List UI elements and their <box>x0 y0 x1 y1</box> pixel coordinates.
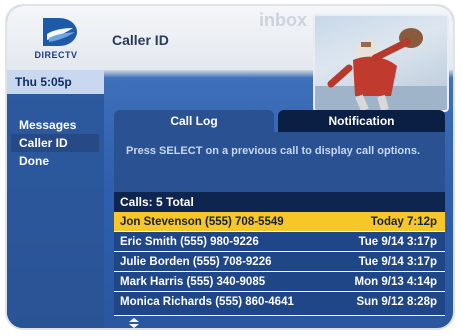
call-time: Tue 9/14 3:17p <box>358 256 437 268</box>
inbox-watermark: inbox <box>259 10 307 30</box>
call-caller: Jon Stevenson (555) 708-5549 <box>120 216 284 228</box>
calls-total-header: Calls: 5 Total <box>114 192 445 212</box>
sidebar-item-done[interactable]: Done <box>11 152 99 170</box>
call-caller: Mark Harris (555) 340-9085 <box>120 276 266 288</box>
football-player-image <box>315 28 447 110</box>
directv-logo: DIRECTV <box>25 16 87 64</box>
sidebar-item-messages[interactable]: Messages <box>11 116 99 134</box>
clock-bar: Thu 5:05p <box>7 70 104 94</box>
call-time: Today 7:12p <box>370 216 437 228</box>
call-time: Tue 9/14 3:17p <box>358 236 437 248</box>
tab-call-log[interactable]: Call Log <box>114 110 274 132</box>
tab-notification[interactable]: Notification <box>278 110 445 132</box>
instructions-text: Press SELECT on a previous call to displ… <box>126 145 421 157</box>
clock-time: Thu 5:05p <box>15 75 72 89</box>
sidebar <box>7 70 104 328</box>
program-thumbnail <box>313 14 449 112</box>
call-caller: Monica Richards (555) 860-4641 <box>120 296 294 308</box>
call-row[interactable]: Julie Borden (555) 708-9226 Tue 9/14 3:1… <box>114 252 445 272</box>
call-log-panel: Press SELECT on a previous call to displ… <box>114 132 445 192</box>
call-time: Sun 9/12 8:28p <box>356 296 437 308</box>
call-row[interactable]: Jon Stevenson (555) 708-5549 Today 7:12p <box>114 212 445 232</box>
page-title: Caller ID <box>112 32 169 48</box>
directv-logo-icon <box>43 18 77 46</box>
call-time: Mon 9/13 4:14p <box>354 276 437 288</box>
sidebar-item-caller-id[interactable]: Caller ID <box>11 134 99 152</box>
call-row[interactable]: Eric Smith (555) 980-9226 Tue 9/14 3:17p <box>114 232 445 252</box>
logo-text: DIRECTV <box>34 50 78 60</box>
call-row[interactable]: Mark Harris (555) 340-9085 Mon 9/13 4:14… <box>114 272 445 292</box>
call-row[interactable]: Monica Richards (555) 860-4641 Sun 9/12 … <box>114 292 445 316</box>
scroll-arrows-icon[interactable] <box>126 316 142 328</box>
tv-screen: DIRECTV Caller ID inbox Thu 5:05p Messag… <box>5 4 455 330</box>
call-caller: Julie Borden (555) 708-9226 <box>120 256 272 268</box>
call-caller: Eric Smith (555) 980-9226 <box>120 236 259 248</box>
